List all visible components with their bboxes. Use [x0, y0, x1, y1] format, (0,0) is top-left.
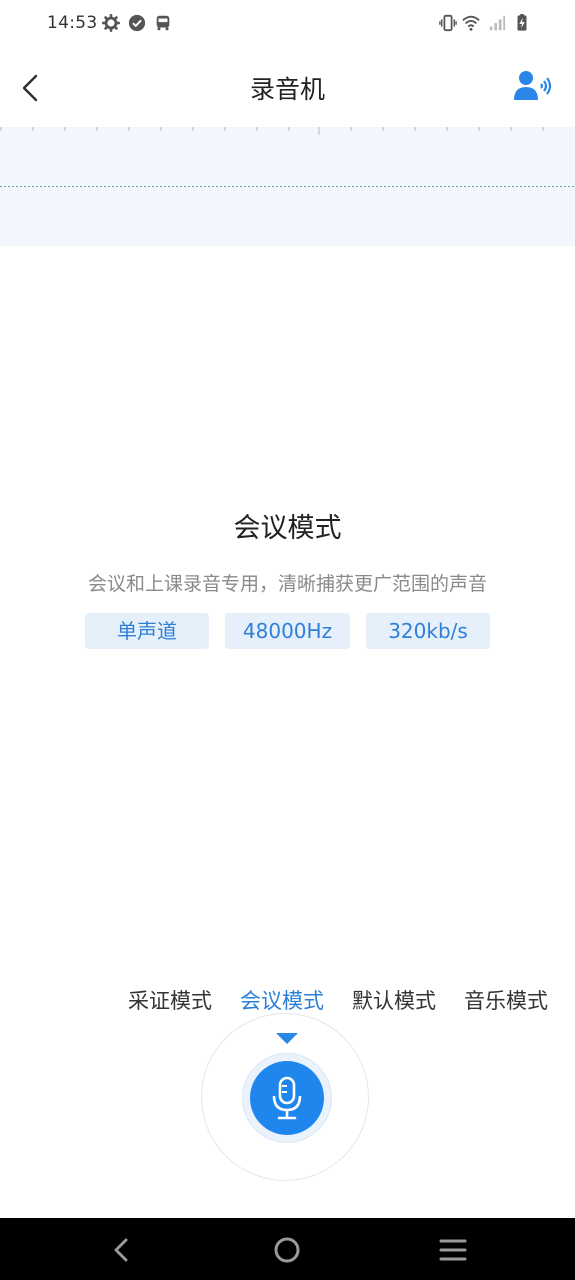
wifi-icon: [462, 15, 480, 31]
mode-music[interactable]: 音乐模式: [464, 985, 548, 1015]
nav-menu-icon[interactable]: [435, 1232, 471, 1268]
signal-icon: [489, 15, 506, 31]
record-button[interactable]: [250, 1061, 324, 1135]
check-circle-icon: [128, 14, 146, 32]
mode-description: 会议和上课录音专用，清晰捕获更广范围的声音: [87, 573, 487, 595]
nav-back-icon[interactable]: [104, 1232, 140, 1268]
mode-title: 会议模式: [233, 513, 342, 544]
gear-icon: [102, 14, 120, 32]
mode-default[interactable]: 默认模式: [352, 985, 436, 1015]
nav-home-icon[interactable]: [269, 1232, 305, 1268]
vibrate-icon: [439, 14, 457, 32]
mode-info: 会议模式 会议和上课录音专用，清晰捕获更广范围的声音: [0, 500, 575, 596]
status-time: 14:53: [47, 13, 98, 33]
waveform-area: [0, 127, 575, 246]
tag-bitrate: 320kb/s: [366, 613, 490, 649]
tag-channel: 单声道: [85, 613, 209, 649]
person-voice-icon[interactable]: [513, 68, 553, 104]
status-bar: 14:53: [0, 0, 575, 48]
baseline-line: [0, 186, 575, 187]
bus-icon: [156, 15, 170, 31]
page-title: 录音机: [249, 75, 325, 104]
microphone-icon: [272, 1076, 302, 1120]
mode-meeting[interactable]: 会议模式: [240, 985, 324, 1015]
mode-tags: 单声道 48000Hz 320kb/s: [85, 613, 490, 649]
top-bar: 录音机: [0, 48, 575, 128]
tag-sample-rate: 48000Hz: [225, 613, 350, 649]
battery-charging-icon: [517, 14, 527, 31]
mode-evidence[interactable]: 采证模式: [128, 985, 212, 1015]
system-nav-bar: [0, 1218, 575, 1280]
